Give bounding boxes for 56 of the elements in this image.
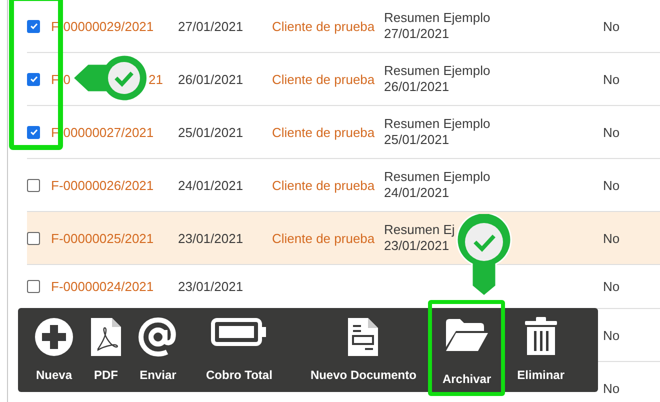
invoice-date: 26/01/2021 [178,72,244,86]
invoice-date: 23/01/2021 [178,279,244,294]
client-link[interactable]: Cliente de prueba [272,178,375,192]
client-link[interactable]: Cliente de prueba [272,230,375,246]
invoice-date: 25/01/2021 [178,124,244,140]
folder-button[interactable]: Archivar [428,300,506,396]
summary-text: Resumen Ejemplo [384,10,490,26]
summary-date: 23/01/2021 [384,238,450,254]
invoice-number-link[interactable]: 21 [148,72,163,86]
client-link[interactable]: Cliente de prueba [272,124,375,140]
at-sign-icon [138,317,178,357]
document-button[interactable]: Nuevo Documento [304,308,422,392]
document-icon [347,317,380,357]
row-checkbox[interactable] [27,178,40,192]
summary-text: Resumen Ej [384,222,455,238]
summary-text: Resumen Ejemplo [384,63,490,79]
summary-text: Resumen Ejemplo [384,116,490,132]
row-checkbox[interactable] [27,126,40,138]
at-button[interactable]: Enviar [132,308,184,392]
summary-date: 26/01/2021 [384,79,450,95]
invoice-date: 23/01/2021 [178,230,244,246]
invoice-number-link[interactable]: F-00000025/2021 [51,230,154,246]
battery-icon [211,317,268,347]
invoice-date: 27/01/2021 [178,18,244,34]
row-checkbox[interactable] [27,232,40,244]
row-checkbox[interactable] [27,20,40,32]
pdf-button[interactable]: PDF [84,308,128,392]
row-checkbox[interactable] [27,72,40,86]
checkmark-icon [28,127,38,137]
trash-icon [524,317,558,357]
invoice-number-link[interactable]: F-00000026/2021 [51,178,154,192]
folder-icon [444,317,490,353]
archived-value: No [603,230,620,246]
client-link[interactable]: Cliente de prueba [272,18,375,34]
pdf-icon [90,317,122,357]
summary-date: 25/01/2021 [384,132,450,148]
summary-text: Resumen Ejemplo [384,169,490,185]
archived-value: No [603,328,620,342]
checkmark-icon [28,21,38,31]
plus-button[interactable]: Nueva [28,308,80,392]
archived-value: No [603,279,620,294]
checkmark-icon [28,74,38,84]
row-checkbox[interactable] [27,280,40,293]
archived-value: No [603,178,620,192]
archived-value: No [603,72,620,86]
archived-value: No [603,18,620,34]
archived-value: No [603,124,620,140]
summary-date: 24/01/2021 [384,185,450,201]
plus-icon [34,317,74,357]
client-link[interactable]: Cliente de prueba [272,72,375,86]
battery-button[interactable]: Cobro Total [200,308,278,392]
trash-button[interactable]: Eliminar [511,308,571,392]
archived-value: No [603,380,620,396]
invoice-date: 24/01/2021 [178,178,244,192]
summary-date: 27/01/2021 [384,26,450,42]
invoice-number-link[interactable]: F-00000024/2021 [51,279,154,294]
